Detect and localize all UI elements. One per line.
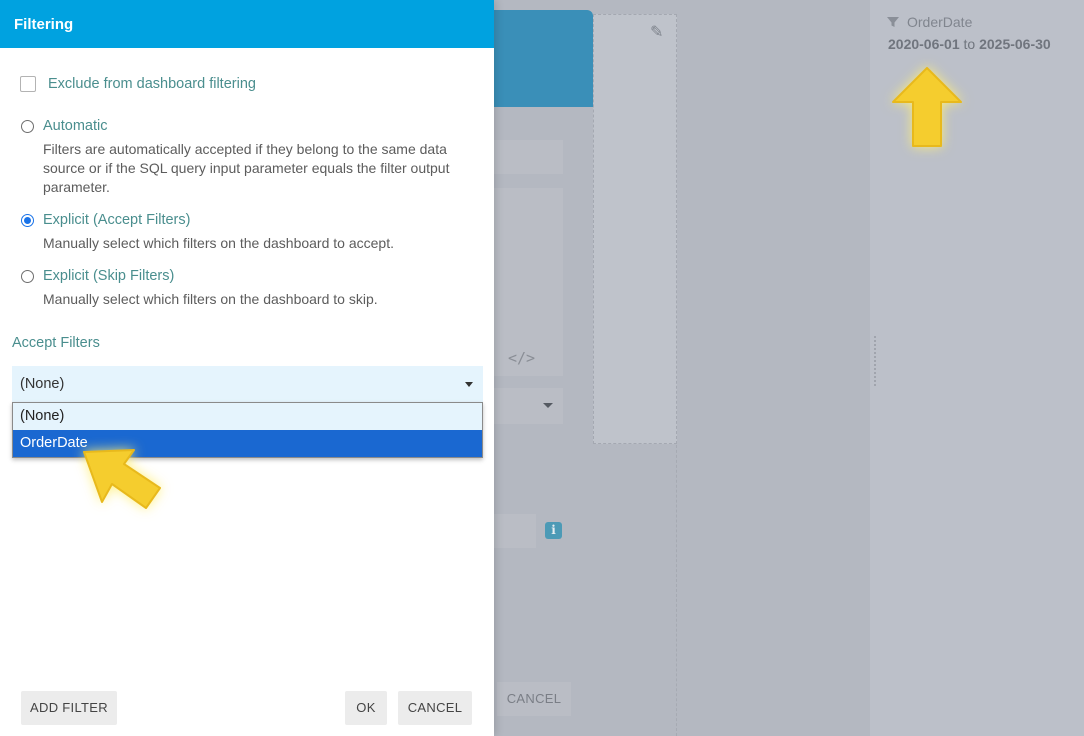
radio-automatic-description: Filters are automatically accepted if th… <box>43 141 450 195</box>
filter-range-start: 2020-06-01 <box>888 36 960 52</box>
code-icon[interactable]: </> <box>508 349 535 367</box>
option-explicit-skip[interactable]: Explicit (Skip Filters) Manually select … <box>21 268 463 309</box>
radio-explicit-accept-description: Manually select which filters on the das… <box>43 235 394 251</box>
pencil-icon[interactable]: ✎ <box>650 22 663 42</box>
chevron-down-icon <box>465 382 473 387</box>
chevron-down-icon <box>543 403 553 408</box>
exclude-checkbox[interactable] <box>20 76 36 92</box>
widget-guide-line <box>676 440 677 736</box>
editor-name-field[interactable] <box>494 140 563 174</box>
accept-filters-label: Accept Filters <box>12 335 100 351</box>
filter-range-separator: to <box>963 36 976 52</box>
add-filter-button[interactable]: ADD FILTER <box>21 691 117 725</box>
panel-resize-handle[interactable] <box>874 336 876 386</box>
dashboard-widget[interactable] <box>593 14 677 444</box>
cancel-button[interactable]: CANCEL <box>398 691 472 725</box>
radio-automatic-label[interactable]: Automatic <box>43 118 107 134</box>
exclude-label[interactable]: Exclude from dashboard filtering <box>48 76 256 92</box>
radio-explicit-skip[interactable] <box>21 269 34 283</box>
info-icon[interactable]: i <box>545 522 562 539</box>
option-explicit-accept[interactable]: Explicit (Accept Filters) Manually selec… <box>21 212 463 253</box>
filter-name[interactable]: OrderDate <box>907 14 972 30</box>
radio-explicit-accept-label[interactable]: Explicit (Accept Filters) <box>43 212 190 228</box>
radio-explicit-skip-description: Manually select which filters on the das… <box>43 291 378 307</box>
filter-range[interactable]: 2020-06-01 to 2025-06-30 <box>888 36 1051 52</box>
radio-explicit-accept[interactable] <box>21 213 34 227</box>
option-automatic[interactable]: Automatic Filters are automatically acce… <box>21 118 463 197</box>
editor-cancel-button[interactable]: CANCEL <box>497 682 571 716</box>
editor-input[interactable] <box>494 514 536 548</box>
accept-filters-select[interactable]: (None) <box>12 366 483 403</box>
ok-button[interactable]: OK <box>345 691 387 725</box>
arrow-up-annotation-icon <box>892 67 962 147</box>
dropdown-option-none[interactable]: (None) <box>13 403 482 430</box>
filtering-dialog: Filtering Exclude from dashboard filteri… <box>0 0 494 736</box>
dialog-title: Filtering <box>0 0 494 48</box>
filter-range-end: 2025-06-30 <box>979 36 1051 52</box>
arrow-diagonal-annotation-icon <box>83 449 161 509</box>
editor-query-field[interactable] <box>494 188 563 376</box>
funnel-icon <box>887 17 899 27</box>
radio-explicit-skip-label[interactable]: Explicit (Skip Filters) <box>43 268 174 284</box>
radio-automatic[interactable] <box>21 119 34 133</box>
exclude-filtering-option[interactable]: Exclude from dashboard filtering <box>20 76 256 92</box>
select-value: (None) <box>20 376 65 392</box>
